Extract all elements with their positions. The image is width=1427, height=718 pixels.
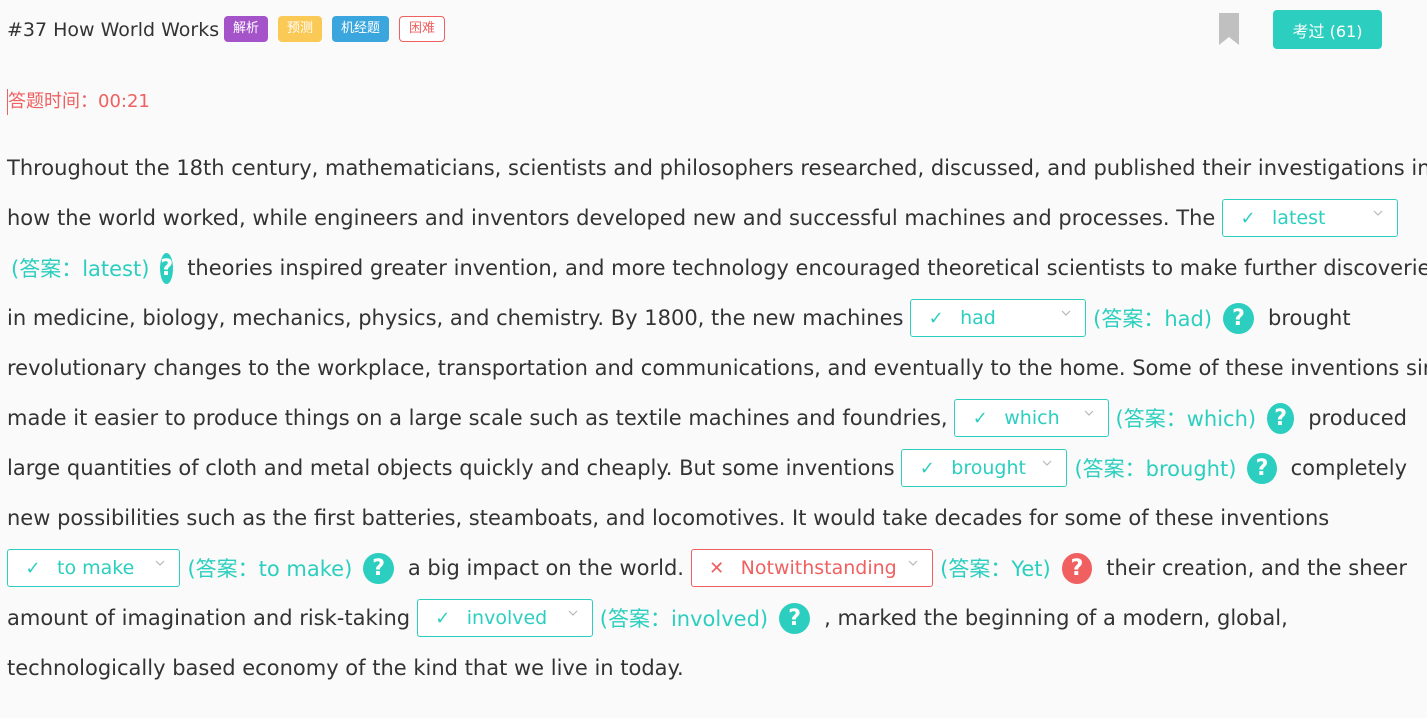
selected-value: latest	[1272, 207, 1326, 229]
selected-value: which	[1004, 407, 1060, 429]
chevron-down-icon	[908, 560, 918, 566]
help-icon[interactable]: ?	[1267, 402, 1295, 434]
exam-count-button[interactable]: 考过 (61)	[1273, 10, 1382, 49]
check-icon: ✓	[928, 307, 944, 329]
answer-dropdown[interactable]: ✓ had	[910, 299, 1087, 337]
answer-dropdown[interactable]: ✓ brought	[901, 449, 1068, 487]
selected-value: had	[960, 307, 996, 329]
question-header: #37 How World Works 解析 预测 机经题 困难 考过 (61)	[7, 10, 1407, 50]
passage-line: in medicine, biology, mechanics, physics…	[7, 293, 1407, 343]
passage-text: new possibilities such as the first batt…	[7, 506, 1330, 530]
tag-badge: 预测	[278, 16, 323, 42]
chevron-down-icon	[156, 560, 165, 566]
correct-answer-label: (答案：which)	[1115, 407, 1257, 431]
tag-badge: 解析	[224, 16, 269, 42]
answer-dropdown[interactable]: ✓ to make	[7, 549, 181, 587]
passage-text: brought	[1268, 306, 1351, 330]
answer-dropdown[interactable]: ✓ which	[954, 399, 1109, 437]
correct-answer-label: (答案：had)	[1093, 307, 1213, 331]
check-icon: ✓	[919, 457, 935, 479]
passage-line: how the world worked, while engineers an…	[7, 193, 1407, 243]
correct-answer-label: (答案：latest)	[11, 257, 150, 281]
answer-dropdown[interactable]: ✓ latest	[1222, 199, 1399, 237]
check-icon: ✓	[435, 607, 451, 629]
bookmark-icon[interactable]	[1219, 13, 1239, 45]
check-icon: ✓	[972, 407, 988, 429]
passage-text: in medicine, biology, mechanics, physics…	[7, 306, 911, 330]
passage-text: large quantities of cloth and metal obje…	[7, 456, 902, 480]
help-icon[interactable]: ?	[1247, 452, 1277, 484]
correct-answer-label: (答案：Yet)	[940, 557, 1051, 581]
correct-answer-label: (答案：brought)	[1074, 457, 1237, 481]
cross-icon: ✕	[709, 557, 725, 579]
answer-timer: 答题时间：00:21	[7, 89, 150, 115]
chevron-down-icon	[1084, 410, 1093, 416]
passage-text: amount of imagination and risk-taking	[7, 606, 417, 630]
chevron-down-icon	[1061, 310, 1071, 316]
answer-dropdown[interactable]: ✓ involved	[416, 599, 593, 637]
passage-text: revolutionary changes to the workplace, …	[7, 356, 1427, 380]
correct-answer-label: (答案：involved)	[599, 607, 769, 631]
chevron-down-icon	[1373, 210, 1383, 216]
passage-line: technologically based economy of the kin…	[7, 643, 1407, 693]
passage-text: how the world worked, while engineers an…	[7, 206, 1223, 230]
help-icon[interactable]: ?	[1223, 302, 1255, 334]
answer-dropdown[interactable]: ✕ Notwithstanding	[690, 549, 934, 587]
help-icon[interactable]: ?	[1061, 552, 1093, 584]
help-icon[interactable]: ?	[363, 552, 394, 584]
selected-value: brought	[951, 457, 1026, 479]
help-icon[interactable]: ?	[779, 602, 811, 634]
passage-text: theories inspired greater invention, and…	[187, 256, 1427, 280]
tag-badge: 机经题	[332, 16, 390, 42]
passage-line: revolutionary changes to the workplace, …	[7, 343, 1427, 393]
passage-line: large quantities of cloth and metal obje…	[7, 443, 1407, 493]
correct-answer-label: (答案：to make)	[187, 557, 353, 581]
passage-line: new possibilities such as the first batt…	[7, 493, 1407, 543]
passage-line: made it easier to produce things on a la…	[7, 393, 1407, 443]
passage-text: their creation, and the sheer	[1106, 556, 1407, 580]
chevron-down-icon	[1043, 460, 1052, 466]
check-icon: ✓	[1240, 207, 1256, 229]
passage-line: amount of imagination and risk-taking ✓ i…	[7, 593, 1407, 643]
help-icon[interactable]: ?	[160, 252, 174, 284]
selected-value: Notwithstanding	[740, 557, 897, 579]
passage-text: Throughout the 18th century, mathematici…	[7, 156, 1427, 180]
check-icon: ✓	[25, 557, 41, 579]
chevron-down-icon	[568, 610, 578, 616]
question-title: #37 How World Works	[7, 19, 220, 41]
selected-value: to make	[57, 557, 135, 579]
passage-line: Throughout the 18th century, mathematici…	[7, 143, 1427, 193]
passage-line: (答案：latest)? theories inspired greater in…	[7, 243, 1427, 293]
passage-text: , marked the beginning of a modern, glob…	[824, 606, 1288, 630]
selected-value: involved	[466, 607, 548, 629]
tag-badge: 困难	[399, 16, 446, 42]
passage-line: ✓ to make (答案：to make)? a big impact on the…	[7, 543, 1407, 593]
passage-text: produced	[1308, 406, 1407, 430]
tag-list: 解析 预测 机经题 困难	[224, 16, 446, 42]
passage: Throughout the 18th century, mathematici…	[7, 143, 1427, 693]
passage-text: made it easier to produce things on a la…	[7, 406, 955, 430]
passage-text: technologically based economy of the kin…	[7, 656, 684, 680]
passage-text: completely	[1290, 456, 1407, 480]
passage-text: a big impact on the world.	[407, 556, 691, 580]
